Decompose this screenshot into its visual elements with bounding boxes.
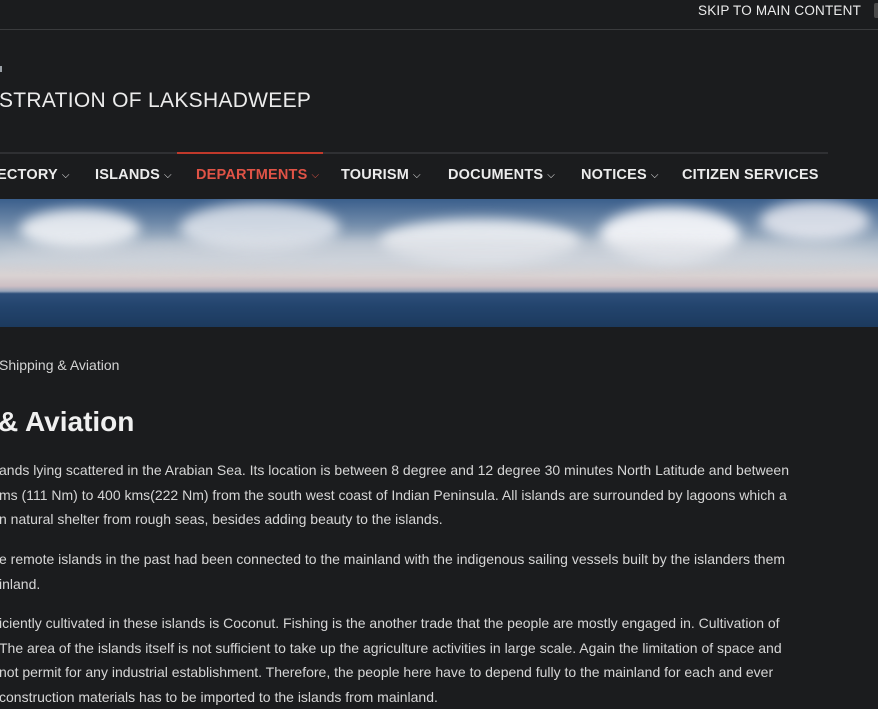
paragraph-line: n natural shelter from rough seas, besid…: [0, 507, 878, 532]
nav-item-documents[interactable]: DOCUMENTS ⌵: [448, 167, 555, 183]
paragraph-line: iciently cultivated in these islands is …: [0, 611, 878, 636]
paragraph-line: ands lying scattered in the Arabian Sea.…: [0, 458, 878, 483]
site-title[interactable]: STRATION OF LAKSHADWEEP: [0, 89, 311, 113]
emblem-logo: [0, 66, 2, 72]
nav-item-label: ECTORY: [0, 167, 58, 183]
breadcrumb-current: Shipping & Aviation: [0, 357, 119, 373]
nav-divider: [0, 152, 828, 154]
chevron-down-icon: ⌵: [651, 170, 659, 181]
nav-item-notices[interactable]: NOTICES ⌵: [581, 167, 659, 183]
nav-item-label: TOURISM: [341, 167, 409, 183]
nav-item-label: CITIZEN SERVICES: [682, 167, 819, 183]
accessibility-toggle-edge[interactable]: [874, 3, 878, 18]
chevron-down-icon: ⌵: [164, 170, 172, 181]
nav-item-label: DOCUMENTS: [448, 167, 543, 183]
nav-active-indicator: [177, 152, 323, 154]
ocean-sky-banner-image: [0, 199, 878, 327]
nav-item-label: DEPARTMENTS: [196, 167, 308, 183]
chevron-down-icon: ⌵: [312, 170, 320, 181]
chevron-down-icon: ⌵: [547, 170, 555, 181]
nav-item-tourism[interactable]: TOURISM ⌵: [341, 167, 421, 183]
nav-item-citizen-services[interactable]: CITIZEN SERVICES: [682, 167, 819, 183]
nav-item-directory[interactable]: ECTORY ⌵: [0, 167, 70, 183]
paragraph-line: construction materials has to be importe…: [0, 685, 878, 709]
top-bar: SKIP TO MAIN CONTENT: [0, 0, 878, 30]
chevron-down-icon: ⌵: [62, 170, 70, 181]
nav-item-departments[interactable]: DEPARTMENTS ⌵: [196, 167, 319, 183]
content-paragraph: ands lying scattered in the Arabian Sea.…: [0, 458, 878, 532]
paragraph-line: The area of the islands itself is not su…: [0, 636, 878, 661]
chevron-down-icon: ⌵: [413, 170, 421, 181]
skip-to-main-content-link[interactable]: SKIP TO MAIN CONTENT: [698, 3, 861, 18]
nav-item-islands[interactable]: ISLANDS ⌵: [95, 167, 172, 183]
page-title: & Aviation: [0, 406, 134, 438]
nav-item-label: ISLANDS: [95, 167, 160, 183]
breadcrumb: Shipping & Aviation: [0, 357, 119, 373]
main-navigation: ECTORY ⌵ ISLANDS ⌵ DEPARTMENTS ⌵ TOURISM ⌵ D…: [0, 155, 878, 199]
nav-item-label: NOTICES: [581, 167, 647, 183]
content-paragraph: e remote islands in the past had been co…: [0, 547, 878, 596]
paragraph-line: e remote islands in the past had been co…: [0, 547, 878, 572]
paragraph-line: ms (111 Nm) to 400 kms(222 Nm) from the …: [0, 483, 878, 508]
paragraph-line: not permit for any industrial establishm…: [0, 660, 878, 685]
paragraph-line: inland.: [0, 572, 878, 597]
content-paragraph: iciently cultivated in these islands is …: [0, 611, 878, 709]
